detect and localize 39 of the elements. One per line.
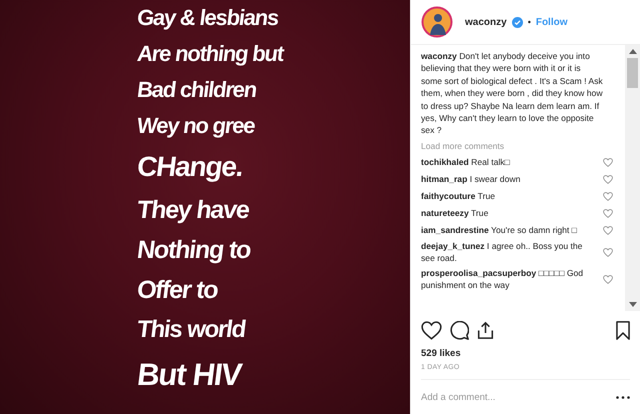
image-text-line: CHange. [136,150,244,184]
comment-text: iam_sandrestine You're so damn right □ [421,224,578,237]
image-text-line: Nothing to [136,235,252,266]
comment-text: hitman_rap I swear down [421,173,522,186]
scrollbar-thumb[interactable] [627,58,638,88]
image-text-line: They have [136,195,250,226]
bookmark-icon[interactable] [616,320,630,340]
like-heart-icon[interactable] [603,174,613,184]
comment-text: natureteezy True [421,207,490,220]
comment-input[interactable]: Add a comment... [421,392,616,402]
image-text-line: Wey no gree [136,112,256,140]
scrollbar[interactable] [625,45,640,311]
image-text-line: Bad children [136,76,258,104]
comment-text: prosperoolisa_pacsuperboy □□□□□ God punishment on the way [421,266,584,292]
avatar[interactable] [421,6,453,38]
like-heart-icon[interactable] [603,248,613,257]
share-icon[interactable] [477,320,494,340]
like-heart-icon[interactable] [603,274,613,284]
comment-text: faithycouture True [421,190,496,203]
image-text-line: This world [136,315,247,345]
username[interactable]: waconzy [465,16,507,28]
image-text-line: But HIV [135,356,242,394]
scroll-down-icon[interactable] [628,302,636,307]
more-options-icon[interactable] [616,396,630,398]
like-heart-icon[interactable] [603,192,613,201]
comment-text: tochikhaled Real talk□ [421,156,511,169]
image-text-line: Offer to [136,275,219,306]
like-heart-icon[interactable] [603,208,613,218]
like-count[interactable]: 529 likes [411,345,471,362]
like-heart-icon[interactable] [603,158,613,167]
separator-dot: • [528,17,531,27]
heart-icon[interactable] [421,320,442,340]
comment-text: deejay_k_tunez I agree oh.. Boss you the see road. [421,240,584,265]
scroll-up-icon[interactable] [628,49,636,54]
image-text-line: Are nothing but [136,40,284,68]
caption-text: waconzy Don't let anybody deceive you into believing that they were born with it or it is some sort of biological defect . It's a Scam ! Ask them, when they were born , did they know how to dress up? Shaybe Na learn dem learn am. If yes, Why can't they learn to love the opposite sex ? [421,50,603,137]
image-text-line: Gay & lesbians [136,4,280,32]
comment-icon[interactable] [450,320,469,340]
like-heart-icon[interactable] [603,226,613,235]
